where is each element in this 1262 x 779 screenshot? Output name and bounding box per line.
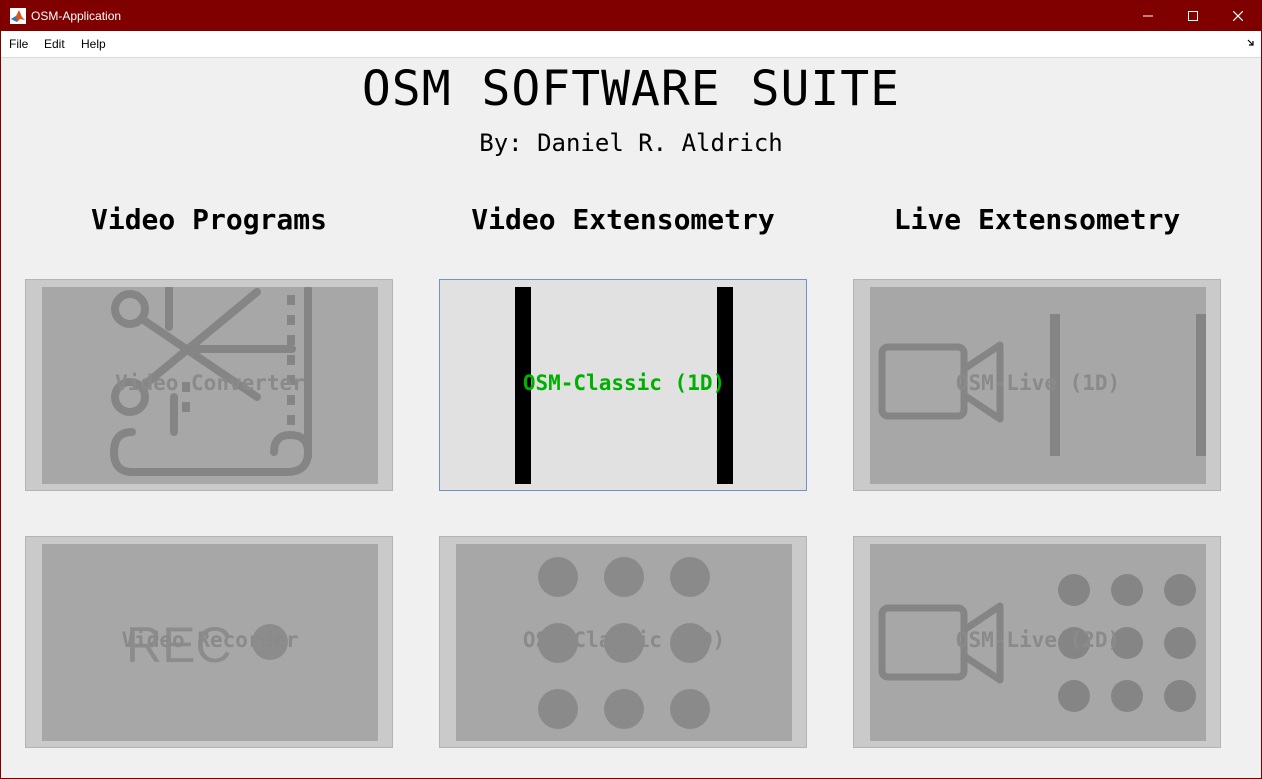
video-recorder-button[interactable]: REC Video Recorder	[25, 536, 393, 748]
maximize-button[interactable]	[1170, 1, 1216, 31]
osm-classic-2d-button[interactable]: OSM-Classic (2D)	[439, 536, 807, 748]
menu-edit[interactable]: Edit	[44, 37, 65, 51]
title-bar[interactable]: OSM-Application	[1, 1, 1261, 31]
heading-video-extensometry: Video Extensometry	[471, 203, 775, 236]
tile-label: Video Recorder	[121, 628, 299, 652]
heading-live-extensometry: Live Extensometry	[893, 203, 1181, 236]
page-title: OSM SOFTWARE SUITE	[361, 61, 901, 117]
matlab-logo-icon	[10, 8, 26, 24]
tile-label: OSM-Live (2D)	[955, 628, 1121, 652]
tile-image: OSM-Classic (1D)	[456, 287, 792, 484]
minimize-button[interactable]	[1125, 1, 1171, 31]
tile-image: REC Video Recorder	[42, 544, 378, 741]
osm-application-window: OSM-Application File Edit Help OSM SOFTW…	[0, 0, 1262, 779]
tile-label: OSM-Live (1D)	[955, 371, 1121, 395]
video-converter-button[interactable]: Video Converter	[25, 279, 393, 491]
tile-image: OSM-Live (2D)	[870, 544, 1206, 741]
tile-image: OSM-Live (1D)	[870, 287, 1206, 484]
menu-bar: File Edit Help	[1, 31, 1261, 58]
window-title: OSM-Application	[31, 9, 122, 23]
osm-live-2d-button[interactable]: OSM-Live (2D)	[853, 536, 1221, 748]
menu-help[interactable]: Help	[81, 37, 106, 51]
minimize-icon	[1143, 15, 1153, 17]
author-subtitle: By: Daniel R. Aldrich	[479, 129, 783, 157]
osm-live-1d-button[interactable]: OSM-Live (1D)	[853, 279, 1221, 491]
main-panel: OSM SOFTWARE SUITE By: Daniel R. Aldrich…	[4, 59, 1258, 775]
tile-label: OSM-Classic (2D)	[522, 628, 726, 652]
tile-image: OSM-Classic (2D)	[456, 544, 792, 741]
undock-arrow-icon[interactable]	[1247, 39, 1255, 47]
tile-label: OSM-Classic (1D)	[522, 371, 726, 395]
close-icon	[1233, 11, 1243, 21]
osm-classic-1d-button[interactable]: OSM-Classic (1D)	[439, 279, 807, 491]
tile-label: Video Converter	[115, 371, 305, 395]
maximize-icon	[1188, 11, 1198, 21]
tile-image: Video Converter	[42, 287, 378, 484]
close-button[interactable]	[1215, 1, 1261, 31]
menu-file[interactable]: File	[9, 37, 28, 51]
heading-video-programs: Video Programs	[90, 203, 327, 236]
